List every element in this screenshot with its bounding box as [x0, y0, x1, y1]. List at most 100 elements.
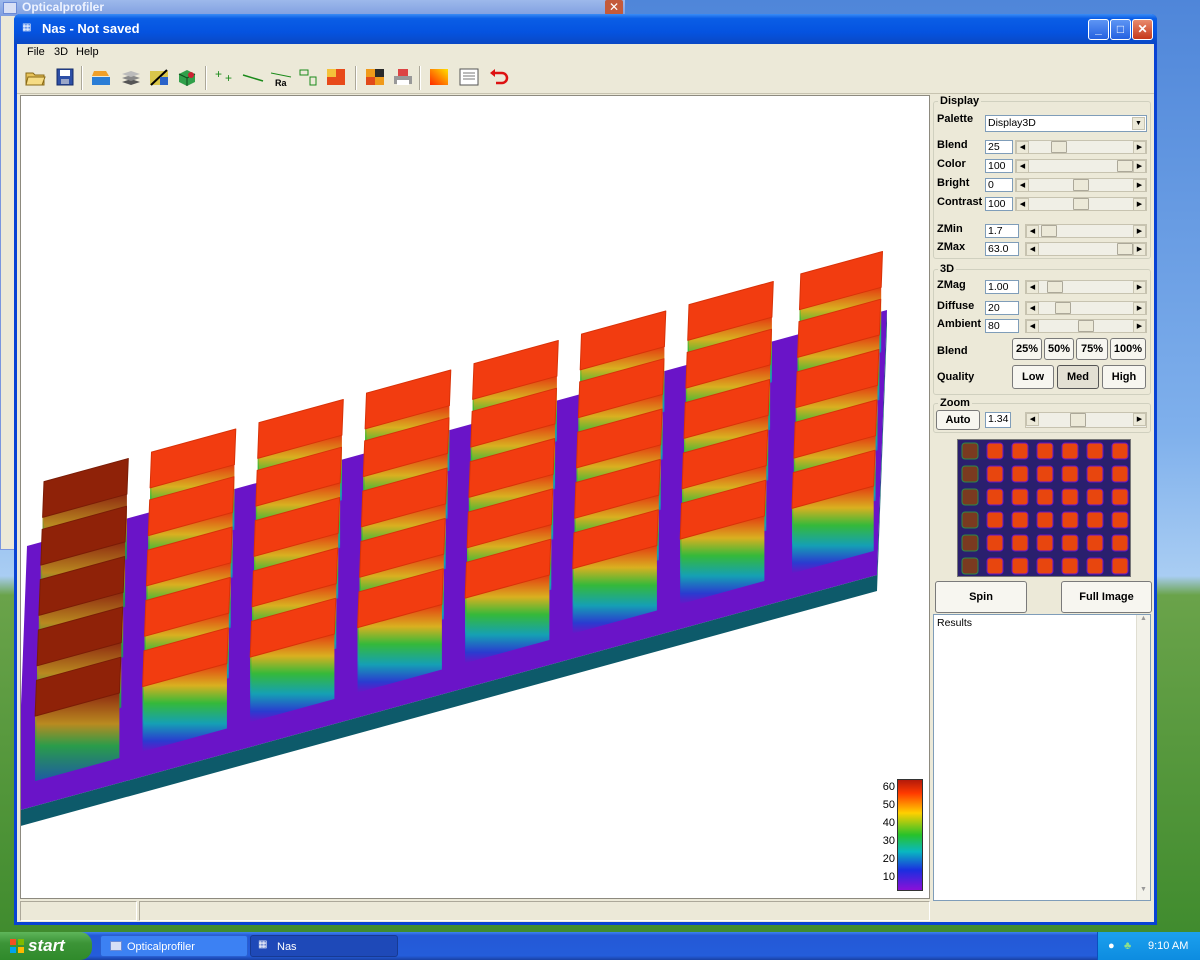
cube-icon[interactable] [175, 65, 199, 89]
arrow-right-icon[interactable]: ▶ [1133, 141, 1146, 154]
arrow-left-icon[interactable]: ◀ [1026, 243, 1039, 256]
results-scrollbar[interactable]: ▲ ▼ [1136, 615, 1150, 900]
thumbnail-pillar [1036, 511, 1054, 529]
background-close-button[interactable]: ✕ [605, 0, 623, 15]
layer-icon[interactable] [89, 65, 113, 89]
zmin-input[interactable]: 1.7 [985, 224, 1019, 238]
arrow-left-icon[interactable]: ◀ [1026, 225, 1039, 238]
region-icon[interactable] [325, 65, 349, 89]
menu-help[interactable]: Help [72, 44, 103, 60]
window-title[interactable]: Nas - Not saved [14, 14, 1157, 44]
bright-slider[interactable]: ◀ ▶ [1015, 178, 1147, 192]
arrow-right-icon[interactable]: ▶ [1133, 225, 1146, 238]
arrow-left-icon[interactable]: ◀ [1016, 179, 1029, 192]
blend-100-button[interactable]: 100% [1110, 338, 1146, 360]
quality-med-button[interactable]: Med [1057, 365, 1099, 389]
clock[interactable]: 9:10 AM [1148, 932, 1188, 960]
full-image-button[interactable]: Full Image [1061, 581, 1152, 613]
colorbar-tick-label: 20 [882, 853, 895, 865]
thumbnail-pillar [1061, 465, 1079, 483]
blend-50-button[interactable]: 50% [1044, 338, 1074, 360]
thumbnail-pillar [1011, 488, 1029, 506]
colorbar-tick-label: 10 [882, 871, 895, 883]
palette-select[interactable]: Display3D ▼ [985, 115, 1147, 132]
arrow-right-icon[interactable]: ▶ [1133, 179, 1146, 192]
quality-low-button[interactable]: Low [1012, 365, 1054, 389]
minimize-button[interactable]: _ [1088, 19, 1109, 40]
zoom-slider-thumb[interactable] [1070, 413, 1086, 427]
zoom-auto-button[interactable]: Auto [936, 410, 980, 430]
arrow-right-icon[interactable]: ▶ [1133, 160, 1146, 173]
line-icon[interactable] [241, 65, 265, 89]
blend-slider[interactable]: ◀ ▶ [1015, 140, 1147, 154]
stack-icon[interactable] [119, 65, 143, 89]
contrast-slider-thumb[interactable] [1073, 198, 1089, 210]
menu-file[interactable]: File [23, 44, 49, 60]
arrow-right-icon[interactable]: ▶ [1133, 243, 1146, 256]
thumbnail-pillar [1111, 442, 1129, 460]
zoom-value-input[interactable]: 1.34 [985, 412, 1011, 428]
surface-plot[interactable] [21, 96, 930, 899]
report-icon[interactable] [457, 65, 481, 89]
thumbnail-pillar [1086, 557, 1104, 575]
wand-icon[interactable] [147, 65, 171, 89]
surface-3d-view[interactable]: 60 50 40 30 20 10 [20, 95, 930, 899]
bright-input[interactable]: 0 [985, 178, 1013, 192]
zoom-slider[interactable]: ◀ ▶ [1025, 412, 1147, 428]
points-icon[interactable]: + + [213, 65, 237, 89]
scroll-down-icon[interactable]: ▼ [1137, 886, 1150, 900]
blend-input[interactable]: 25 [985, 140, 1013, 154]
network-icon[interactable]: ● [1108, 932, 1115, 960]
palette-icon[interactable] [427, 65, 451, 89]
color-slider-thumb[interactable] [1117, 160, 1133, 172]
print-icon[interactable] [391, 65, 415, 89]
arrow-left-icon[interactable]: ◀ [1016, 198, 1029, 211]
arrow-left-icon[interactable]: ◀ [1016, 160, 1029, 173]
arrow-left-icon[interactable]: ◀ [1026, 413, 1039, 426]
security-icon[interactable]: ♣ [1124, 932, 1131, 960]
taskbar-item-opticalprofiler[interactable]: Opticalprofiler [100, 935, 248, 957]
zmax-slider[interactable]: ◀ ▶ [1025, 242, 1147, 256]
roughness-icon[interactable]: Ra [269, 65, 293, 89]
color-label: Color [937, 158, 966, 170]
save-icon[interactable] [53, 65, 77, 89]
contrast-input[interactable]: 100 [985, 197, 1013, 211]
zmax-slider-thumb[interactable] [1117, 243, 1133, 255]
zmin-slider-thumb[interactable] [1041, 225, 1057, 237]
taskbar-item-nas[interactable]: Nas [250, 935, 398, 957]
chevron-down-icon[interactable]: ▼ [1132, 117, 1145, 130]
zmax-input[interactable]: 63.0 [985, 242, 1019, 256]
color-slider[interactable]: ◀ ▶ [1015, 159, 1147, 173]
blend-25-button[interactable]: 25% [1012, 338, 1042, 360]
open-folder-icon[interactable] [23, 65, 47, 89]
blend-75-button[interactable]: 75% [1076, 338, 1108, 360]
blend-slider-thumb[interactable] [1051, 141, 1067, 153]
arrow-right-icon[interactable]: ▶ [1133, 413, 1146, 426]
arrow-right-icon[interactable]: ▶ [1133, 198, 1146, 211]
close-button[interactable]: ✕ [1132, 19, 1153, 40]
control-panel: Display Palette Display3D ▼ Blend 25 ◀ ▶ Col… [931, 95, 1153, 905]
zmin-slider[interactable]: ◀ ▶ [1025, 224, 1147, 238]
overview-thumbnail[interactable] [957, 439, 1131, 577]
bright-label: Bright [937, 177, 970, 189]
colorbar-tick-label: 40 [882, 817, 895, 829]
undo-icon[interactable] [487, 65, 511, 89]
arrow-left-icon[interactable]: ◀ [1016, 141, 1029, 154]
bright-slider-thumb[interactable] [1073, 179, 1089, 191]
thumbnail-pillar [986, 465, 1004, 483]
menu-3d[interactable]: 3D [50, 44, 72, 60]
step-icon[interactable] [297, 65, 321, 89]
color-input[interactable]: 100 [985, 159, 1013, 173]
thumbnail-pillar [1061, 511, 1079, 529]
split-icon[interactable] [363, 65, 387, 89]
app-window-icon [3, 2, 17, 14]
window-icon [110, 941, 122, 951]
contrast-slider[interactable]: ◀ ▶ [1015, 197, 1147, 211]
spin-button[interactable]: Spin [935, 581, 1027, 613]
quality-high-button[interactable]: High [1102, 365, 1146, 389]
scroll-up-icon[interactable]: ▲ [1137, 615, 1150, 629]
thumbnail-pillar [961, 442, 979, 460]
maximize-button[interactable]: □ [1110, 19, 1131, 40]
colorbar-tick-label: 60 [882, 781, 895, 793]
results-panel[interactable]: Results ▲ ▼ [933, 614, 1151, 901]
